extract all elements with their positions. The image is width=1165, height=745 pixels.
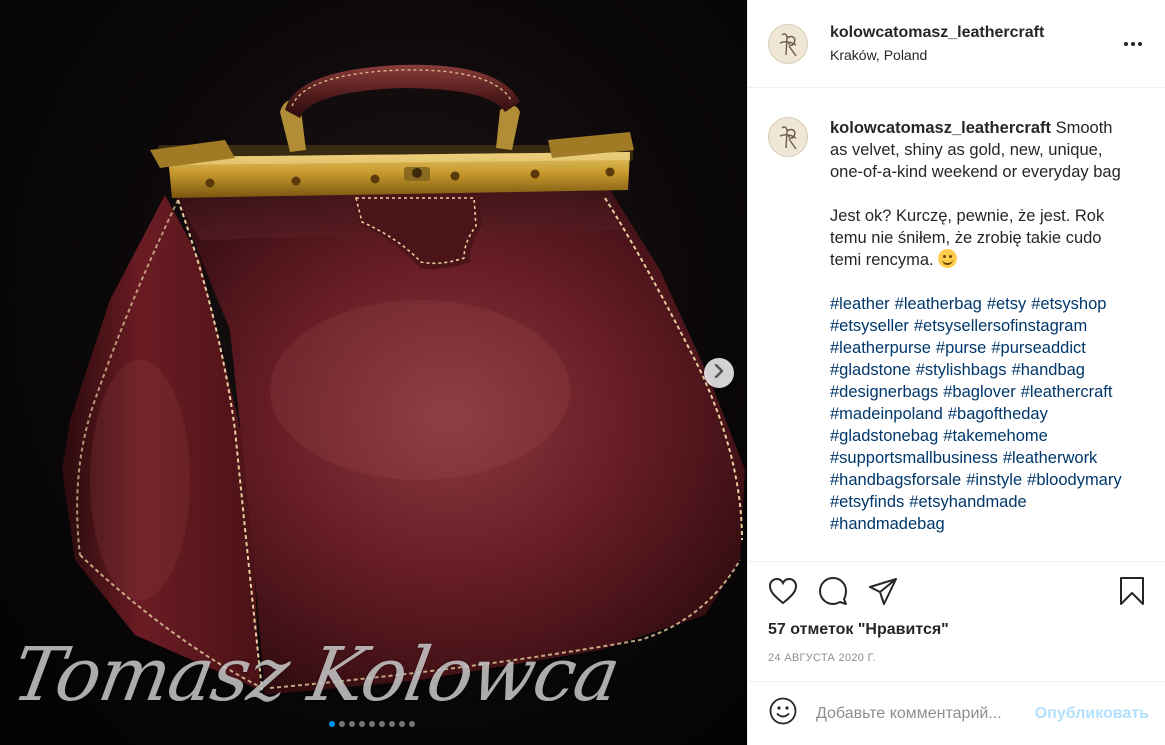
share-icon [868, 577, 898, 610]
hashtag-link[interactable]: #handbagsforsale [830, 469, 961, 491]
comment-icon [818, 576, 848, 611]
hashtag-link[interactable]: #leathercraft [1021, 381, 1113, 403]
comments-section[interactable]: kolowcatomasz_leathercraft Smooth as vel… [748, 89, 1165, 561]
hashtag-link[interactable]: #takemehome [943, 425, 1048, 447]
carousel-dot [349, 721, 355, 727]
hashtag-link[interactable]: #etsysellersofinstagram [914, 315, 1087, 337]
hashtag-link[interactable]: #etsyfinds [830, 491, 904, 513]
post-date[interactable]: 24 августа 2020 г. [748, 652, 1165, 664]
instagram-post: Tomasz Kolowca kolowcatomasz_leathercraf… [0, 0, 1165, 745]
chevron-right-icon [713, 363, 725, 383]
caption-body-secondary: Jest ok? Kurczę, pewnie, że jest. Rok te… [830, 207, 1105, 269]
post-side-panel: kolowcatomasz_leathercraft Kraków, Polan… [747, 0, 1165, 745]
emoji-picker-button[interactable] [768, 697, 798, 730]
likes-count[interactable]: 57 отметок "Нравится" [748, 620, 1165, 640]
hashtag-link[interactable]: #leatherwork [1003, 447, 1097, 469]
hashtag-link[interactable]: #etsy [987, 293, 1026, 315]
post-media[interactable]: Tomasz Kolowca [0, 0, 747, 745]
hashtag-link[interactable]: #purse [936, 337, 986, 359]
hashtag-link[interactable]: #baglover [943, 381, 1015, 403]
emoji-icon [769, 697, 797, 730]
hashtag-link[interactable]: #madeinpoland [830, 403, 943, 425]
avatar[interactable] [768, 23, 808, 64]
hashtag-link[interactable]: #stylishbags [916, 359, 1007, 381]
carousel-dot [379, 721, 385, 727]
bookmark-icon [1119, 576, 1145, 611]
carousel-dot [369, 721, 375, 727]
hashtag-link[interactable]: #etsyshop [1031, 293, 1106, 315]
share-button[interactable] [866, 576, 900, 610]
comment-button[interactable] [816, 576, 850, 610]
post-author-username[interactable]: kolowcatomasz_leathercraft [830, 22, 1121, 44]
like-button[interactable] [766, 576, 800, 610]
carousel-dot [409, 721, 415, 727]
caption-username[interactable]: kolowcatomasz_leathercraft [830, 119, 1051, 137]
publish-button[interactable]: Опубликовать [1035, 705, 1149, 723]
save-button[interactable] [1115, 576, 1149, 610]
hashtag-link[interactable]: #handbag [1012, 359, 1085, 381]
add-comment-bar: Опубликовать [748, 681, 1165, 745]
hashtag-link[interactable]: #leather [830, 293, 890, 315]
hashtag-link[interactable]: #purseaddict [991, 337, 1085, 359]
more-options-icon [1124, 41, 1142, 46]
carousel-dot [399, 721, 405, 727]
carousel-dot [339, 721, 345, 727]
hashtag-link[interactable]: #bagoftheday [948, 403, 1048, 425]
smiling-face-emoji-icon [938, 249, 958, 268]
hashtag-link[interactable]: #leatherbag [895, 293, 982, 315]
carousel-next-button[interactable] [704, 358, 734, 388]
post-actions: 57 отметок "Нравится" 24 августа 2020 г. [748, 561, 1165, 664]
heart-icon [768, 577, 798, 610]
avatar[interactable] [768, 117, 808, 157]
hashtag-link[interactable]: #designerbags [830, 381, 938, 403]
hashtag-link[interactable]: #supportsmallbusiness [830, 447, 998, 469]
hashtag-link[interactable]: #bloodymary [1027, 469, 1121, 491]
hashtag-link[interactable]: #gladstonebag [830, 425, 938, 447]
caption-text: kolowcatomasz_leathercraft Smooth as vel… [830, 117, 1130, 535]
hashtag-link[interactable]: #instyle [966, 469, 1022, 491]
hashtag-link[interactable]: #gladstone [830, 359, 911, 381]
watermark-signature: Tomasz Kolowca [6, 632, 626, 718]
post-caption: kolowcatomasz_leathercraft Smooth as vel… [768, 117, 1145, 535]
post-location[interactable]: Kraków, Poland [830, 45, 1121, 65]
hashtag-link[interactable]: #etsyseller [830, 315, 909, 337]
carousel-dot [359, 721, 365, 727]
carousel-dot [389, 721, 395, 727]
more-options-button[interactable] [1121, 32, 1145, 56]
comment-input[interactable] [816, 704, 1035, 723]
hashtag-link[interactable]: #handmadebag [830, 513, 945, 535]
carousel-indicator [329, 721, 415, 727]
hashtag-link[interactable]: #etsyhandmade [909, 491, 1026, 513]
carousel-dot [329, 721, 335, 727]
hashtag-list: #leather #leatherbag #etsy #etsyshop #etsyse… [830, 293, 1130, 535]
post-header: kolowcatomasz_leathercraft Kraków, Polan… [748, 0, 1165, 88]
hashtag-link[interactable]: #leatherpurse [830, 337, 931, 359]
